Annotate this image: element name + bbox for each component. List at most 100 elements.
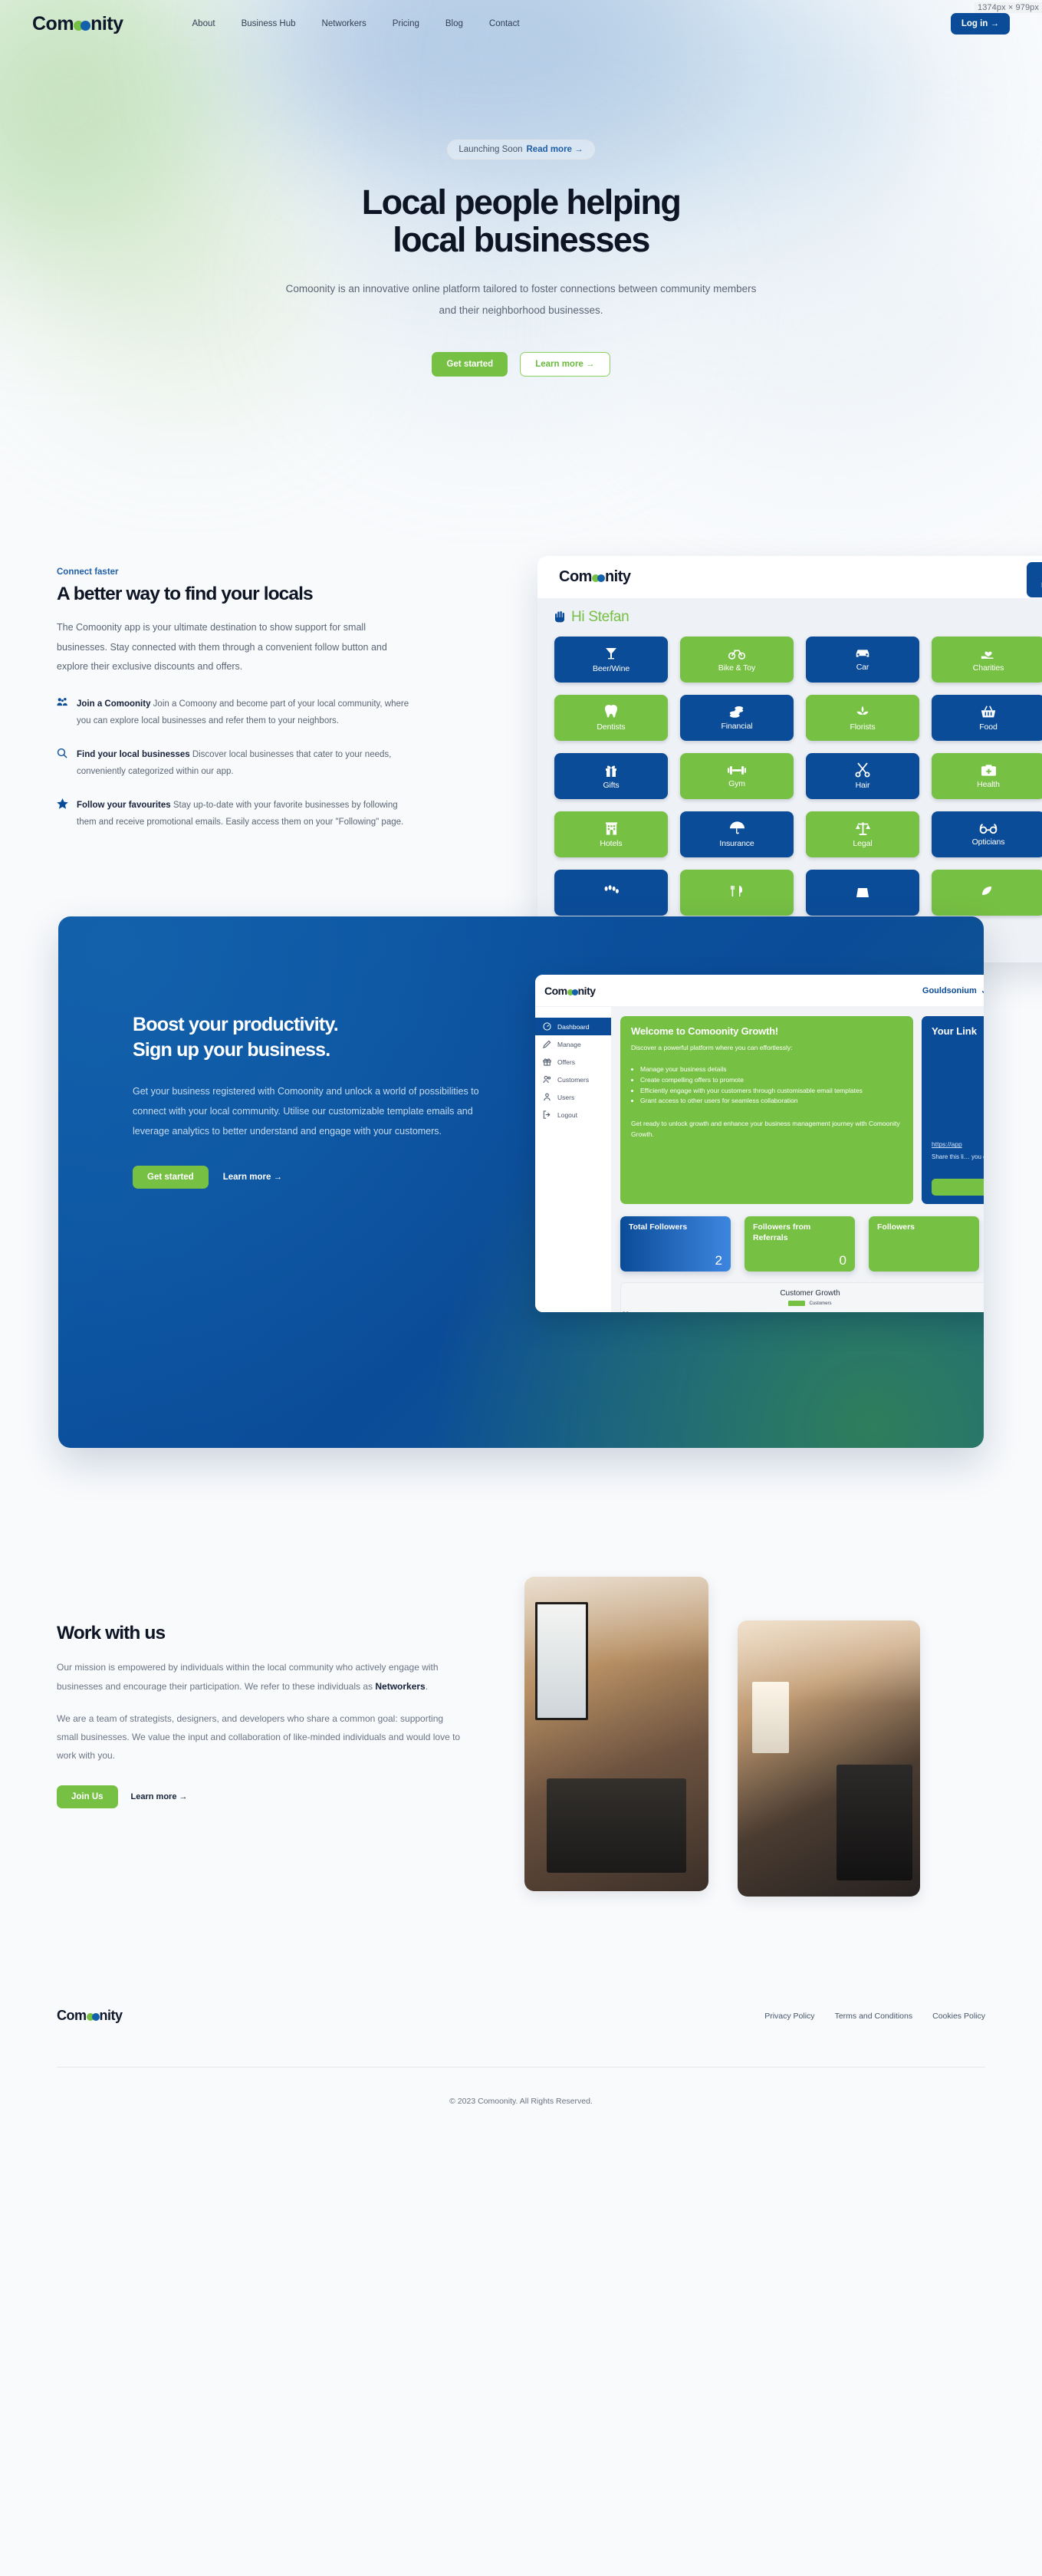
join-us-button[interactable]: Join Us xyxy=(57,1785,118,1808)
category-tile-label: Health xyxy=(977,780,1000,789)
category-tile-label: Gifts xyxy=(603,780,620,790)
category-tile-dentists[interactable]: Dentists xyxy=(554,695,668,741)
hero-subtitle: Comoonity is an innovative online platfo… xyxy=(285,283,757,316)
category-tile-car[interactable]: Car xyxy=(806,637,919,683)
business-cta-body: Get your business registered with Comoon… xyxy=(133,1086,479,1137)
welcome-bullet: Create compelling offers to promote xyxy=(640,1075,902,1086)
category-tile-hotels[interactable]: Hotels xyxy=(554,811,668,857)
welcome-bullet: Manage your business details xyxy=(640,1064,902,1075)
sidebar-item-offers[interactable]: Offers xyxy=(535,1053,611,1071)
sidebar-item-users[interactable]: Users xyxy=(535,1088,611,1106)
feature-item: Join a Comoonity Join a Comoony and beco… xyxy=(57,696,409,730)
dimension-label: 1374px × 979px xyxy=(975,2,1042,13)
hero-learn-more-button[interactable]: Learn more → xyxy=(520,351,610,377)
nav-link-blog[interactable]: Blog xyxy=(445,19,463,28)
category-tile-beer-wine[interactable]: Beer/Wine xyxy=(554,637,668,683)
launch-pill[interactable]: Launching Soon Read more → xyxy=(447,140,595,160)
nav-link-pricing[interactable]: Pricing xyxy=(393,19,419,28)
footer-link-cookies-policy[interactable]: Cookies Policy xyxy=(932,2012,985,2021)
category-tile-florists[interactable]: Florists xyxy=(806,695,919,741)
chart-legend: Customers xyxy=(621,1301,984,1307)
sidebar-item-label: Logout xyxy=(557,1110,577,1119)
logo-text-part1: Com xyxy=(32,12,74,35)
category-tile-label: Bike & Toy xyxy=(718,663,756,673)
app-home-button[interactable]: Home xyxy=(1027,562,1042,597)
features-eyebrow: Connect faster xyxy=(57,568,119,577)
features-text: Connect faster A better way to find your… xyxy=(57,552,471,831)
business-cta-card: Boost your productivity. Sign up your bu… xyxy=(58,916,984,1449)
sidebar-item-label: Manage xyxy=(557,1040,581,1048)
category-tile-food[interactable]: Food xyxy=(932,695,1042,741)
category-tile-charities[interactable]: Charities xyxy=(932,637,1042,683)
dash-logo-part1: Com xyxy=(544,984,567,997)
category-tile-label: Food xyxy=(979,722,998,732)
app-mock-header: Com nity Home xyxy=(537,556,1042,598)
nav-link-contact[interactable]: Contact xyxy=(489,19,520,28)
category-tile-restaurants[interactable] xyxy=(680,870,794,916)
footer-link-terms-and-conditions[interactable]: Terms and Conditions xyxy=(835,2012,913,2021)
nav-link-about[interactable]: About xyxy=(192,19,215,28)
stat-value: 2 xyxy=(715,1253,722,1268)
launch-pill-link[interactable]: Read more → xyxy=(527,145,583,154)
chart-plot-area: 2.0 1.8 1.6 xyxy=(623,1311,984,1312)
stat-card-followers: Followers xyxy=(869,1216,979,1272)
business-cta-get-started-button[interactable]: Get started xyxy=(133,1166,209,1189)
category-tile-legal[interactable]: Legal xyxy=(806,811,919,857)
hero-heading: Local people helping local businesses xyxy=(0,183,1042,259)
sidebar-item-logout[interactable]: Logout xyxy=(535,1106,611,1124)
link-card-copy-button[interactable] xyxy=(932,1179,984,1196)
business-cta-learn-more-link[interactable]: Learn more → xyxy=(223,1173,282,1182)
waving-hand-icon xyxy=(554,610,566,625)
category-tile-opticians[interactable]: Opticians xyxy=(932,811,1042,857)
footer-link-privacy-policy[interactable]: Privacy Policy xyxy=(764,2012,814,2021)
sidebar-item-dashboard[interactable]: Dashboard xyxy=(535,1018,611,1036)
category-tile-insurance[interactable]: Insurance xyxy=(680,811,794,857)
category-tile-retail[interactable] xyxy=(806,870,919,916)
work-heading: Work with us xyxy=(57,1623,166,1644)
work-with-us-text: Work with us Our mission is empowered by… xyxy=(57,1538,517,1899)
category-tile-financial[interactable]: Financial xyxy=(680,695,794,741)
work-learn-more-link[interactable]: Learn more → xyxy=(131,1792,188,1801)
launch-pill-text: Launching Soon xyxy=(459,145,523,154)
category-tile-hair[interactable]: Hair xyxy=(806,753,919,799)
customer-growth-chart: Customer Growth Customers 2.0 1.8 xyxy=(620,1282,984,1313)
nav-link-business-hub[interactable]: Business Hub xyxy=(242,19,296,28)
site-logo[interactable]: Com nity xyxy=(32,13,123,35)
category-tile-label: Insurance xyxy=(719,839,754,848)
category-tile-label: Dentists xyxy=(597,722,626,732)
logo-infinity-icon xyxy=(74,20,91,31)
hero-heading-line2: local businesses xyxy=(393,219,650,259)
sidebar-item-manage[interactable]: Manage xyxy=(535,1035,611,1053)
footer-logo[interactable]: Com nity xyxy=(57,2008,123,2024)
star-icon xyxy=(57,797,68,831)
welcome-intro: Discover a powerful platform where you c… xyxy=(631,1044,793,1052)
sidebar-item-label: Customers xyxy=(557,1075,590,1084)
sidebar-item-label: Offers xyxy=(557,1058,575,1066)
category-tile-label: Charities xyxy=(972,663,1004,673)
category-tile-gym[interactable]: Gym xyxy=(680,753,794,799)
work-with-us-section: Work with us Our mission is empowered by… xyxy=(0,1448,1042,1899)
app-screenshot-mock: Com nity Home Hi Stefan xyxy=(537,556,1042,962)
welcome-title: Welcome to Comoonity Growth! xyxy=(631,1025,779,1038)
dashboard-main: Welcome to Comoonity Growth! Discover a … xyxy=(612,1007,984,1313)
login-button[interactable]: Log in → xyxy=(950,13,1010,35)
category-tile-bike-toy[interactable]: Bike & Toy xyxy=(680,637,794,683)
dashboard-business-selector[interactable]: Gouldsonium ⌄ xyxy=(922,985,984,996)
chart-title: Customer Growth xyxy=(780,1289,840,1298)
sidebar-item-customers[interactable]: Customers xyxy=(535,1071,611,1088)
category-tile-gifts[interactable]: Gifts xyxy=(554,753,668,799)
category-tile-label: Gym xyxy=(728,778,745,788)
chevron-down-icon: ⌄ xyxy=(981,985,984,995)
dashboard-body: Dashboard Manage Offers Customers Users … xyxy=(535,1007,984,1313)
landing-page: 1374px × 979px Com nity About Business H… xyxy=(0,0,1042,2150)
nav-link-networkers[interactable]: Networkers xyxy=(322,19,367,28)
category-tile-health[interactable]: Health xyxy=(932,753,1042,799)
work-with-us-images xyxy=(524,1538,1000,1899)
hero-content: Launching Soon Read more → Local people … xyxy=(0,48,1042,377)
hero-section: Com nity About Business Hub Networkers P… xyxy=(0,0,1042,583)
category-tile-garden[interactable] xyxy=(932,870,1042,916)
feature-item-text: Join a Comoonity Join a Comoony and beco… xyxy=(77,696,409,730)
category-tile-pets[interactable] xyxy=(554,870,668,916)
link-card-url[interactable]: https://app xyxy=(932,1140,962,1148)
hero-get-started-button[interactable]: Get started xyxy=(432,351,508,377)
